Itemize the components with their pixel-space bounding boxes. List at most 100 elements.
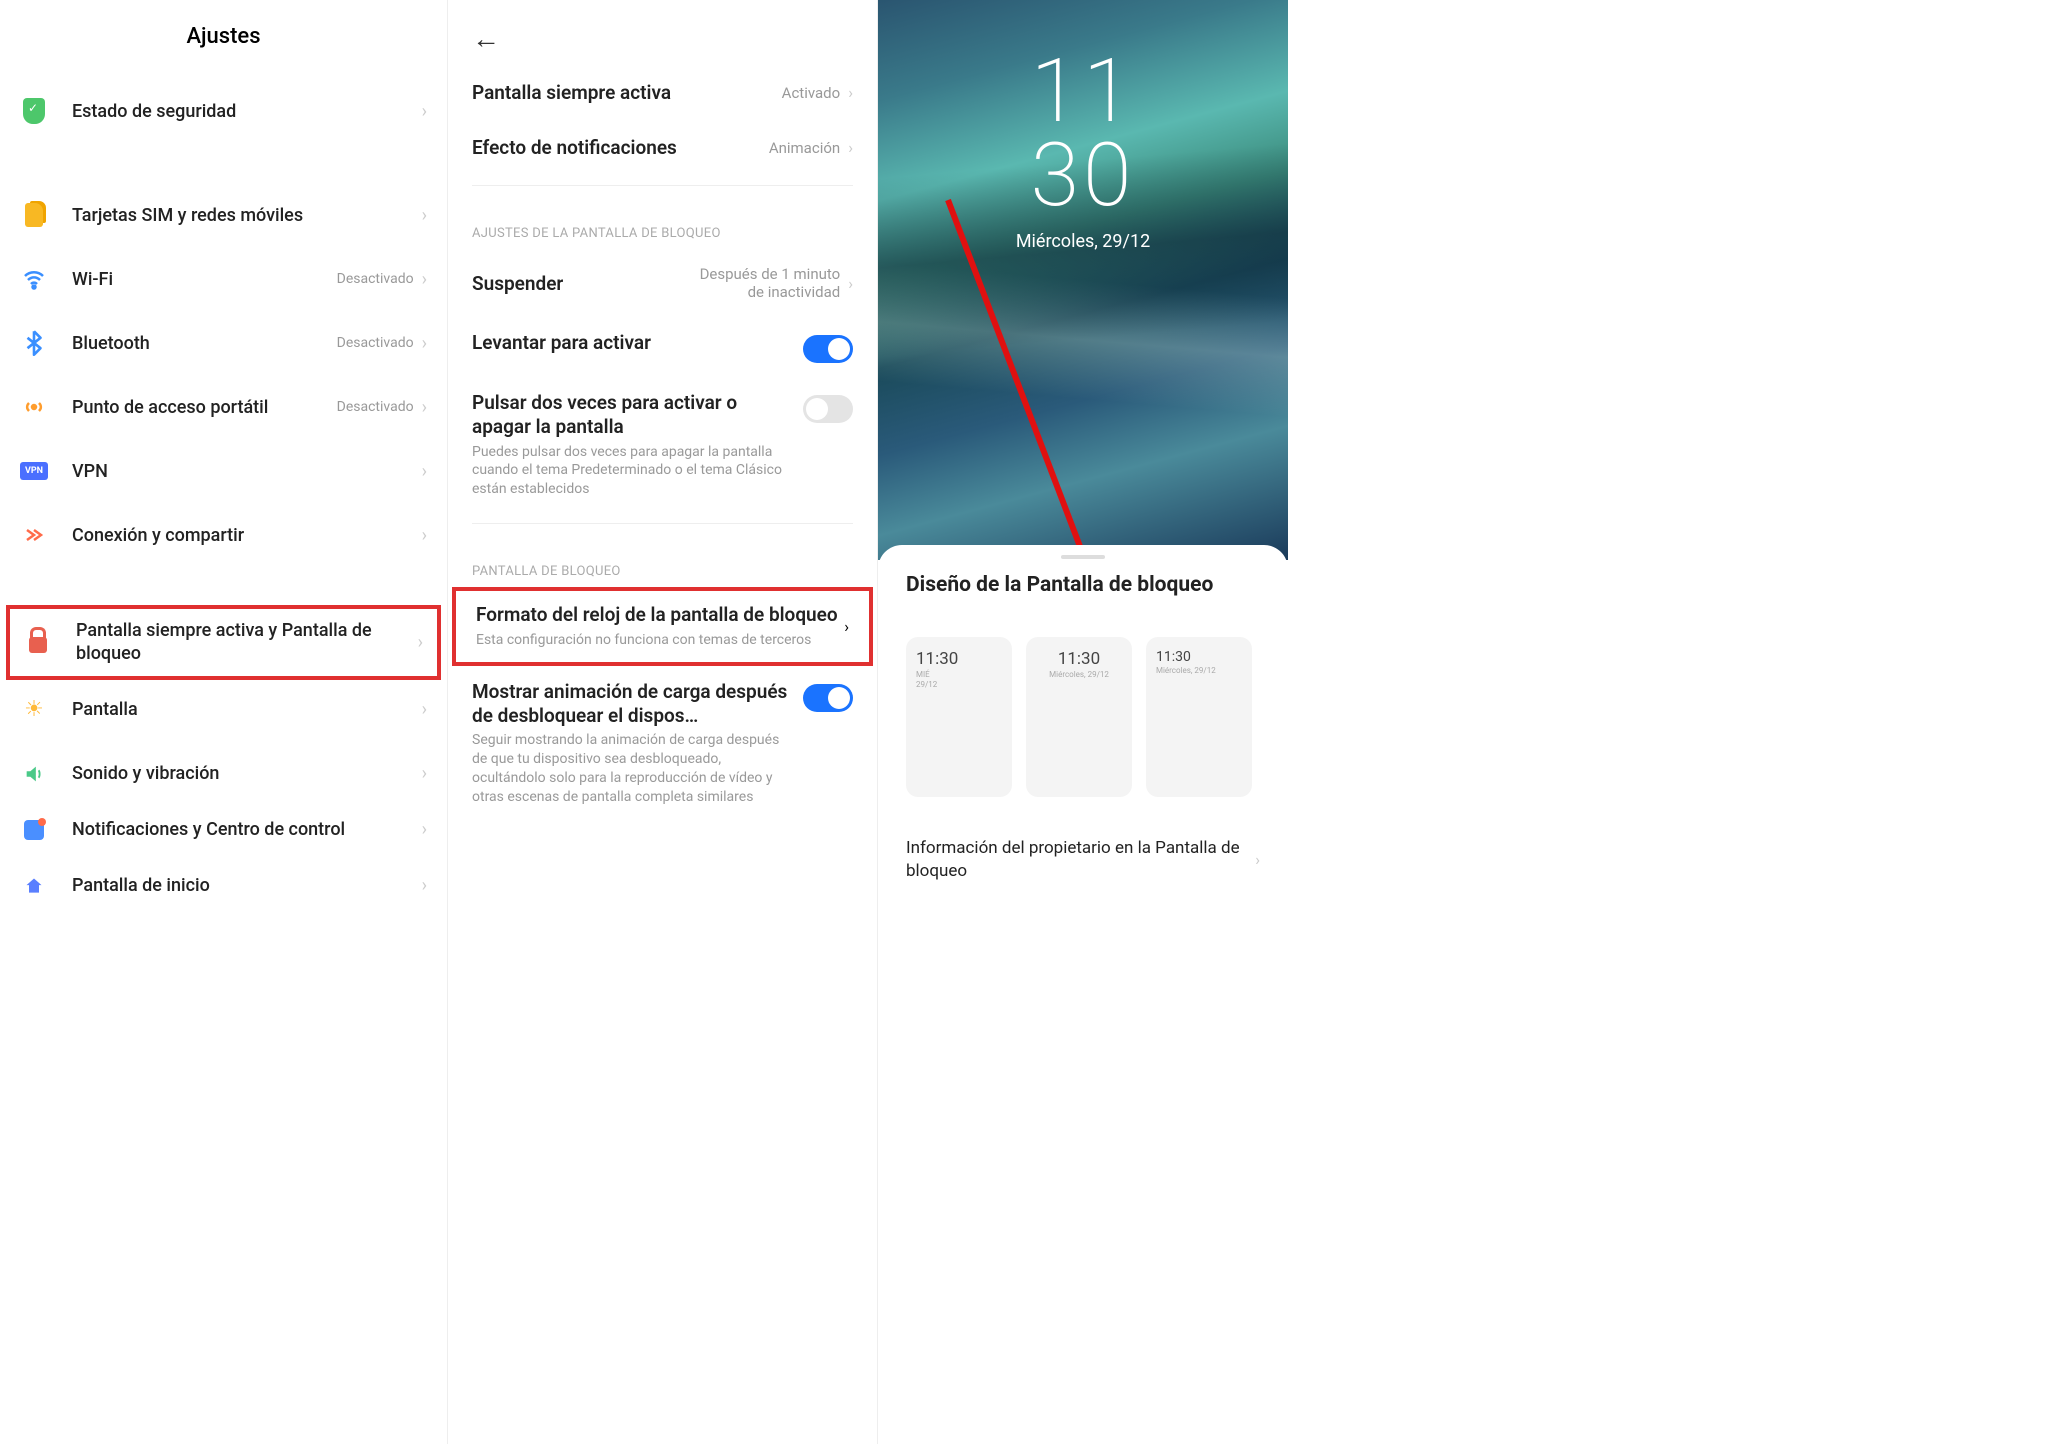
chevron-right-icon: › [422,819,427,840]
setting-value: Activado [782,84,841,102]
settings-item-label: Punto de acceso portátil [72,397,337,418]
section-header-lockscreen-settings: AJUSTES DE LA PANTALLA DE BLOQUEO [448,196,877,249]
layout-subtext: MIÉ [916,670,1002,679]
chevron-right-icon: › [418,632,423,653]
settings-item-notifications[interactable]: Notificaciones y Centro de control › [0,806,447,854]
settings-item-label: Sonido y vibración [72,763,422,784]
chevron-right-icon: › [422,875,427,896]
lockscreen-clock: 11 30 [878,0,1288,217]
layout-option-center[interactable]: 11:30 Miércoles, 29/12 [1026,637,1132,797]
settings-item-hotspot[interactable]: Punto de acceso portátil Desactivado › [0,375,447,439]
layout-subtext: Miércoles, 29/12 [1036,670,1122,679]
settings-item-display[interactable]: ☀ Pantalla › [0,678,447,742]
chevron-right-icon: › [422,269,427,290]
setting-charge-animation[interactable]: Mostrar animación de carga después de de… [448,666,877,821]
setting-owner-info[interactable]: Información del propietario en la Pantal… [906,837,1260,883]
layout-subtext: Miércoles, 29/12 [1156,666,1242,675]
lockscreen-design-panel: 11 30 Miércoles, 29/12 Diseño de la Pant… [878,0,1288,1444]
chevron-right-icon: › [422,763,427,784]
settings-item-label: Tarjetas SIM y redes móviles [72,205,422,226]
share-icon [20,521,48,549]
settings-item-label: Conexión y compartir [72,525,422,546]
settings-item-label: Notificaciones y Centro de control [72,818,422,841]
toggle-charge-animation[interactable] [803,684,853,712]
design-bottom-sheet: Diseño de la Pantalla de bloqueo 11:30 M… [878,545,1288,1444]
settings-item-label: Wi-Fi [72,269,337,290]
vpn-icon: VPN [20,457,48,485]
sun-icon: ☀ [20,696,48,724]
settings-item-security[interactable]: Estado de seguridad › [0,79,447,143]
clock-minutes: 30 [878,134,1288,218]
setting-label: Pantalla siempre activa [472,81,782,104]
layout-options: 11:30 MIÉ 29/12 11:30 Miércoles, 29/12 1… [906,637,1260,797]
highlighted-setting-clock-format: Formato del reloj de la pantalla de bloq… [452,587,873,666]
bluetooth-icon [20,329,48,357]
layout-option-left-small[interactable]: 11:30 Miércoles, 29/12 [1146,637,1252,797]
sheet-title: Diseño de la Pantalla de bloqueo [906,573,1260,597]
setting-clock-format[interactable]: Formato del reloj de la pantalla de bloq… [456,591,869,662]
sound-icon [20,760,48,788]
chevron-right-icon: › [422,101,427,122]
shield-icon [20,97,48,125]
settings-item-label: Bluetooth [72,333,337,354]
layout-time: 11:30 [1156,649,1242,665]
settings-item-home[interactable]: Pantalla de inicio › [0,854,447,918]
chevron-right-icon: › [844,617,849,636]
chevron-right-icon: › [422,525,427,546]
settings-item-bluetooth[interactable]: Bluetooth Desactivado › [0,311,447,375]
settings-item-label: Pantalla [72,699,422,720]
chevron-right-icon: › [422,461,427,482]
settings-item-sound[interactable]: Sonido y vibración › [0,742,447,806]
setting-label: Levantar para activar [472,331,791,355]
back-button[interactable]: ← [448,0,877,65]
lockscreen-settings-panel: ← Pantalla siempre activa Activado › Efe… [448,0,878,1444]
chevron-right-icon: › [422,333,427,354]
setting-description: Seguir mostrando la animación de carga d… [472,731,791,807]
sim-icon [20,201,48,229]
settings-item-label: Pantalla de inicio [72,875,422,896]
setting-double-tap[interactable]: Pulsar dos veces para activar o apagar l… [448,377,877,513]
setting-label: Suspender [472,272,690,295]
layout-time: 11:30 [1036,649,1122,669]
notifications-icon [20,816,48,844]
setting-value: Animación [769,139,840,157]
settings-item-status: Desactivado [337,271,414,287]
chevron-right-icon: › [422,699,427,720]
setting-value: Después de 1 minuto de inactividad [690,265,840,301]
wifi-icon [20,265,48,293]
chevron-right-icon: › [848,83,853,102]
section-header-lockscreen: PANTALLA DE BLOQUEO [448,534,877,587]
toggle-double-tap[interactable] [803,395,853,423]
settings-item-label: Estado de seguridad [72,101,422,122]
chevron-right-icon: › [1255,850,1260,869]
setting-sleep[interactable]: Suspender Después de 1 minuto de inactiv… [448,249,877,317]
highlighted-setting-aod-lockscreen: Pantalla siempre activa y Pantalla de bl… [6,605,441,680]
lock-icon [24,628,52,656]
settings-item-status: Desactivado [337,335,414,351]
setting-label: Formato del reloj de la pantalla de bloq… [476,603,844,627]
clock-hours: 11 [878,50,1288,134]
settings-item-aod-lockscreen[interactable]: Pantalla siempre activa y Pantalla de bl… [10,609,437,676]
settings-root-panel: Ajustes Estado de seguridad › Tarjetas S… [0,0,448,1444]
hotspot-icon [20,393,48,421]
setting-description: Puedes pulsar dos veces para apagar la p… [472,443,791,500]
settings-item-connection-share[interactable]: Conexión y compartir › [0,503,447,567]
setting-raise-to-wake[interactable]: Levantar para activar [448,317,877,377]
setting-notification-effect[interactable]: Efecto de notificaciones Animación › [448,120,877,175]
chevron-right-icon: › [422,205,427,226]
settings-item-vpn[interactable]: VPN VPN › [0,439,447,503]
settings-item-label: Pantalla siempre activa y Pantalla de bl… [76,619,418,666]
layout-time: 11:30 [916,649,1002,669]
chevron-right-icon: › [848,138,853,157]
chevron-right-icon: › [848,274,853,293]
settings-item-sim[interactable]: Tarjetas SIM y redes móviles › [0,183,447,247]
toggle-raise-to-wake[interactable] [803,335,853,363]
setting-aod[interactable]: Pantalla siempre activa Activado › [448,65,877,120]
setting-description: Esta configuración no funciona con temas… [476,631,844,650]
lockscreen-wallpaper-preview: 11 30 Miércoles, 29/12 [878,0,1288,560]
settings-item-status: Desactivado [337,399,414,415]
settings-item-wifi[interactable]: Wi-Fi Desactivado › [0,247,447,311]
page-title: Ajustes [0,0,447,79]
layout-option-left[interactable]: 11:30 MIÉ 29/12 [906,637,1012,797]
setting-label: Mostrar animación de carga después de de… [472,680,791,728]
